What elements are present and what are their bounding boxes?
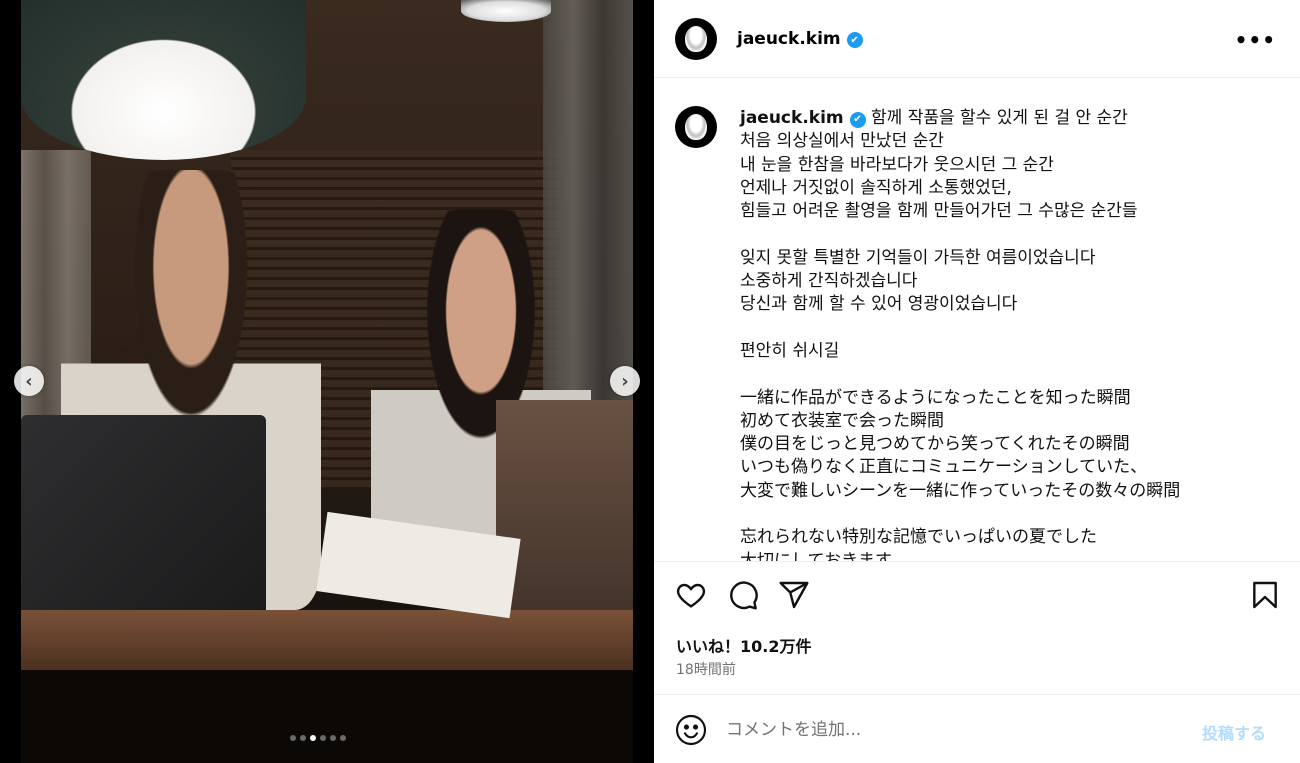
- caption-avatar[interactable]: [675, 106, 717, 148]
- heart-icon[interactable]: [674, 578, 708, 612]
- carousel-dot: [300, 735, 306, 741]
- caption: jaeuck.kim ✔ 함께 작품을 할수 있게 된 걸 안 순간 처음 의상실…: [740, 107, 1280, 562]
- verified-badge-icon: ✔: [849, 111, 866, 128]
- rose-icon: [685, 114, 707, 140]
- bookmark-icon[interactable]: [1248, 578, 1282, 612]
- carousel-dot: [340, 735, 346, 741]
- comment-icon[interactable]: [726, 578, 760, 612]
- post-header: jaeuck.kim ✔ •••: [654, 0, 1300, 78]
- caption-username-text[interactable]: jaeuck.kim: [740, 108, 844, 128]
- post-photo: [21, 0, 633, 763]
- carousel-dot: [310, 735, 316, 741]
- desk-device: [496, 400, 633, 645]
- post-media: ‹ ›: [0, 0, 654, 763]
- verified-badge-icon: ✔: [846, 32, 863, 48]
- share-icon[interactable]: [777, 578, 811, 612]
- avatar[interactable]: [675, 17, 717, 60]
- caption-body: 함께 작품을 할수 있게 된 걸 안 순간 처음 의상실에서 만났던 순간 내 …: [740, 108, 1181, 562]
- emoji-icon[interactable]: [675, 714, 707, 746]
- likes-count[interactable]: いいね！10.2万件: [676, 633, 811, 657]
- post-time[interactable]: 18時間前: [676, 659, 736, 679]
- carousel-dots: [290, 735, 346, 741]
- post-comment-button[interactable]: 投稿する: [1202, 720, 1266, 744]
- carousel-prev-button[interactable]: ‹: [14, 366, 44, 396]
- comment-bar: 投稿する: [654, 694, 1300, 763]
- caption-username[interactable]: jaeuck.kim ✔: [740, 108, 866, 128]
- username-text[interactable]: jaeuck.kim: [737, 29, 841, 49]
- laptop: [21, 415, 266, 630]
- rose-icon: [685, 25, 707, 52]
- header-username[interactable]: jaeuck.kim ✔: [737, 29, 863, 49]
- post-sidebar: jaeuck.kim ✔ ••• jaeuck.kim ✔ 함께 작품을 할수 있게…: [654, 0, 1300, 763]
- table-front: [21, 670, 633, 763]
- carousel-next-button[interactable]: ›: [610, 366, 640, 396]
- comment-input[interactable]: [726, 715, 1166, 745]
- pendant-lamp-small: [461, 0, 551, 22]
- carousel-dot: [290, 735, 296, 741]
- caption-area: jaeuck.kim ✔ 함께 작품을 할수 있게 된 걸 안 순간 처음 의상실…: [654, 79, 1300, 562]
- table: [21, 610, 633, 670]
- more-icon[interactable]: •••: [1235, 28, 1276, 52]
- carousel-dot: [330, 735, 336, 741]
- pendant-lamp: [21, 0, 306, 160]
- carousel-dot: [320, 735, 326, 741]
- action-bar: [654, 574, 1300, 618]
